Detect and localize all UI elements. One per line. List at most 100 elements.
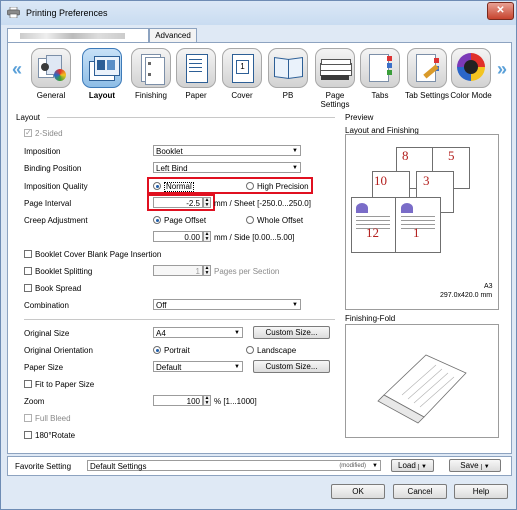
chevron-down-icon: ▼ bbox=[234, 364, 240, 370]
page-interval-spinner[interactable]: ▲ ▼ bbox=[203, 197, 211, 208]
imposition-value: Booklet bbox=[156, 147, 183, 156]
modified-indicator: (modified) bbox=[339, 463, 366, 469]
page-offset-radio[interactable] bbox=[153, 216, 161, 224]
load-button[interactable]: Load ▼ bbox=[391, 459, 434, 472]
paper-size-indicator: A3 bbox=[484, 283, 493, 290]
function-pb[interactable]: PB bbox=[266, 48, 310, 106]
rotate-180-label: 180°Rotate bbox=[35, 431, 76, 440]
paper-size-select[interactable]: Default ▼ bbox=[153, 361, 243, 372]
high-precision-label: High Precision bbox=[257, 182, 309, 191]
function-color-mode[interactable]: Color Mode bbox=[449, 48, 493, 106]
window-title: Printing Preferences bbox=[26, 8, 108, 18]
combination-value: Off bbox=[156, 301, 167, 310]
load-dropdown-icon[interactable]: ▼ bbox=[418, 464, 427, 470]
function-general-label: General bbox=[36, 91, 66, 100]
high-precision-radio[interactable] bbox=[246, 182, 254, 190]
creep-spinner[interactable]: ▲ ▼ bbox=[203, 231, 211, 242]
printer-icon bbox=[7, 7, 20, 18]
scroll-left-arrow[interactable]: « bbox=[12, 59, 22, 80]
function-cover[interactable]: 1 Cover bbox=[220, 48, 264, 106]
chevron-down-icon: ▼ bbox=[292, 302, 298, 308]
function-tabs[interactable]: Tabs bbox=[358, 48, 402, 106]
flower-icon bbox=[356, 203, 368, 213]
save-button[interactable]: Save ▼ bbox=[449, 459, 501, 472]
text-lines bbox=[401, 216, 435, 217]
pb-icon bbox=[268, 48, 308, 88]
book-spread-checkbox[interactable] bbox=[24, 284, 32, 292]
function-pb-label: PB bbox=[282, 91, 294, 100]
chevron-down-icon: ▼ bbox=[234, 330, 240, 336]
scroll-right-arrow[interactable]: » bbox=[497, 59, 507, 80]
layout-section-title: Layout bbox=[16, 113, 41, 122]
function-color-mode-label: Color Mode bbox=[450, 91, 492, 100]
function-page-settings[interactable]: Page Settings bbox=[311, 48, 359, 109]
page-interval-label: Page Interval bbox=[24, 199, 72, 208]
finishing-icon bbox=[131, 48, 171, 88]
pages-per-section-spinner[interactable]: ▲ ▼ bbox=[203, 265, 211, 276]
booklet-splitting-checkbox[interactable] bbox=[24, 267, 32, 275]
function-finishing[interactable]: Finishing bbox=[129, 48, 173, 106]
function-finishing-label: Finishing bbox=[134, 91, 167, 100]
color-mode-icon bbox=[451, 48, 491, 88]
tab-basic[interactable] bbox=[7, 28, 149, 42]
tab-advanced[interactable]: Advanced bbox=[149, 28, 197, 42]
two-sided-checkbox[interactable] bbox=[24, 128, 32, 137]
cancel-button[interactable]: Cancel bbox=[393, 484, 447, 499]
normal-label: Normal bbox=[164, 182, 194, 192]
page-offset-label: Page Offset bbox=[164, 216, 207, 225]
page-settings-icon bbox=[315, 48, 355, 88]
help-button[interactable]: Help bbox=[454, 484, 508, 499]
whole-offset-radio[interactable] bbox=[246, 216, 254, 224]
combination-label: Combination bbox=[24, 301, 69, 310]
layout-settings: Layout 2-Sided Imposition Booklet ▼ Bindi… bbox=[13, 109, 337, 449]
function-cover-label: Cover bbox=[231, 91, 253, 100]
original-custom-size-button[interactable]: Custom Size... bbox=[253, 326, 330, 339]
fit-to-paper-checkbox[interactable] bbox=[24, 380, 32, 388]
zoom-input[interactable]: 100 bbox=[153, 395, 203, 406]
function-paper-label: Paper bbox=[185, 91, 207, 100]
general-icon bbox=[31, 48, 71, 88]
cover-icon: 1 bbox=[222, 48, 262, 88]
page-interval-input[interactable]: -2.5 bbox=[153, 197, 203, 208]
combination-select[interactable]: Off ▼ bbox=[153, 299, 301, 310]
pages-per-section-label: Pages per Section bbox=[214, 267, 280, 276]
landscape-radio[interactable] bbox=[246, 346, 254, 354]
function-layout[interactable]: Layout bbox=[80, 48, 124, 106]
save-dropdown-icon[interactable]: ▼ bbox=[480, 464, 490, 470]
page-number: 12 bbox=[366, 225, 379, 240]
function-tab-settings[interactable]: Tab Settings bbox=[403, 48, 451, 106]
zoom-spinner[interactable]: ▲ ▼ bbox=[203, 395, 211, 406]
full-bleed-checkbox[interactable] bbox=[24, 414, 32, 422]
ok-button[interactable]: OK bbox=[331, 484, 385, 499]
original-size-select[interactable]: A4 ▼ bbox=[153, 327, 243, 338]
paper-size-label: Paper Size bbox=[24, 363, 64, 372]
whole-offset-label: Whole Offset bbox=[257, 216, 304, 225]
finishing-fold-label: Finishing-Fold bbox=[345, 314, 396, 323]
flower-icon bbox=[401, 203, 413, 213]
settings-panel: « » General Layout Finishing Paper 1 Cov… bbox=[7, 42, 512, 454]
page-number: 8 bbox=[402, 148, 409, 163]
favorite-setting-value: Default Settings bbox=[90, 462, 147, 471]
function-paper[interactable]: Paper bbox=[174, 48, 218, 106]
layout-preview: 8 5 10 3 12 1 A3 297.0x420.0 mm bbox=[345, 134, 499, 310]
chevron-down-icon: ▼ bbox=[292, 165, 298, 171]
full-bleed-label: Full Bleed bbox=[35, 414, 71, 423]
chevron-down-icon: ▼ bbox=[292, 148, 298, 154]
binding-position-select[interactable]: Left Bind ▼ bbox=[153, 162, 301, 173]
favorite-bar: Favorite Setting Default Settings (modif… bbox=[7, 456, 512, 476]
pages-per-section-input[interactable]: 1 bbox=[153, 265, 203, 276]
creep-value-input[interactable]: 0.00 bbox=[153, 231, 203, 242]
function-general[interactable]: General bbox=[29, 48, 73, 106]
portrait-radio[interactable] bbox=[153, 346, 161, 354]
function-layout-label: Layout bbox=[88, 91, 116, 100]
favorite-setting-select[interactable]: Default Settings (modified) ▼ bbox=[87, 460, 381, 471]
paper-custom-size-button[interactable]: Custom Size... bbox=[253, 360, 330, 373]
tab-settings-icon bbox=[407, 48, 447, 88]
normal-radio[interactable] bbox=[153, 182, 161, 190]
book-spread-label: Book Spread bbox=[35, 284, 82, 293]
rotate-180-checkbox[interactable] bbox=[24, 431, 32, 439]
favorite-setting-label: Favorite Setting bbox=[15, 462, 72, 471]
booklet-cover-blank-checkbox[interactable] bbox=[24, 250, 32, 258]
imposition-select[interactable]: Booklet ▼ bbox=[153, 145, 301, 156]
close-button[interactable]: ✕ bbox=[487, 2, 514, 20]
